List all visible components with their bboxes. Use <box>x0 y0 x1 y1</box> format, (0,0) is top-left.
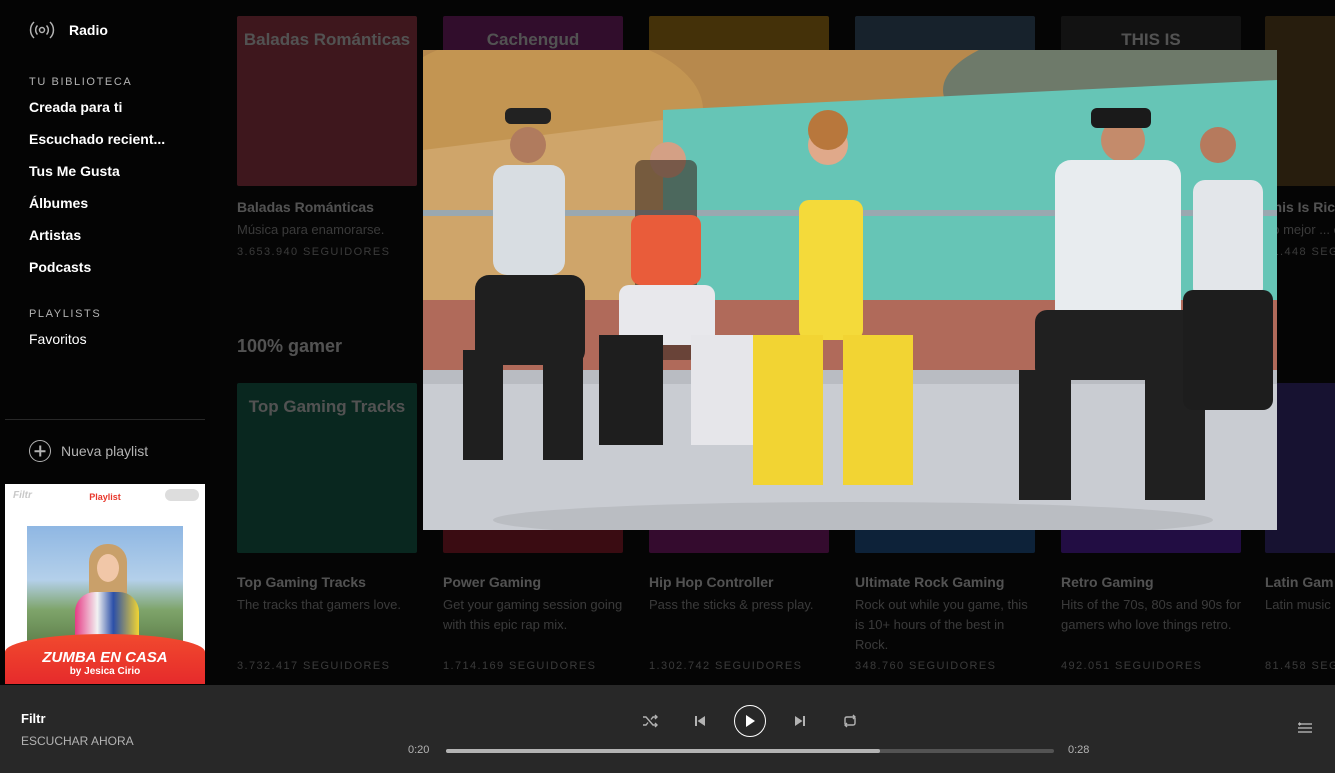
cover-photo <box>27 526 183 646</box>
library-item-albums[interactable]: Álbumes <box>29 195 88 211</box>
library-item-podcasts[interactable]: Podcasts <box>29 259 91 275</box>
shuffle-button[interactable] <box>640 711 660 731</box>
video-frame <box>423 50 1277 530</box>
queue-icon <box>1298 722 1312 733</box>
repeat-icon <box>844 714 856 728</box>
progress-fill <box>446 749 881 753</box>
now-playing-title[interactable]: Filtr <box>21 711 46 726</box>
spotify-app: Baladas RománticasBaladas RománticasMúsi… <box>0 0 1335 773</box>
previous-button[interactable] <box>690 711 710 731</box>
video-player[interactable] <box>423 50 1277 530</box>
player-bar: Filtr ESCUCHAR AHORA 0:20 0:28 <box>0 685 1335 773</box>
library-item-made-for-you[interactable]: Creada para ti <box>29 99 122 115</box>
skip-back-icon <box>695 716 705 726</box>
total-time: 0:28 <box>1068 744 1090 756</box>
cover-person <box>75 540 139 646</box>
library-item-recently-played[interactable]: Escuchado recient... <box>29 131 165 147</box>
cover-subtitle: by Jesica Cirio <box>69 666 141 677</box>
elapsed-time: 0:20 <box>408 744 430 756</box>
spotify-logo-icon <box>165 489 199 501</box>
sidebar-divider <box>5 419 205 420</box>
nav-radio[interactable]: Radio <box>29 18 108 42</box>
library-section-title: TU BIBLIOTECA <box>29 76 133 88</box>
queue-button[interactable] <box>1297 721 1313 735</box>
plus-circle-icon <box>29 440 51 462</box>
new-playlist-button[interactable]: Nueva playlist <box>29 440 148 462</box>
cover-title: ZUMBA EN CASA <box>42 649 168 666</box>
now-playing-subtitle[interactable]: ESCUCHAR AHORA <box>21 734 134 748</box>
now-playing-cover-art[interactable]: Filtr Playlist ZUMBA EN CASA by Jesica C… <box>5 484 205 684</box>
repeat-button[interactable] <box>840 711 860 731</box>
playlists-section-title: PLAYLISTS <box>29 308 102 320</box>
playlist-item-favoritos[interactable]: Favoritos <box>29 331 87 347</box>
play-icon <box>746 715 755 727</box>
new-playlist-label: Nueva playlist <box>61 443 149 459</box>
skip-forward-icon <box>795 716 805 726</box>
next-button[interactable] <box>790 711 810 731</box>
radio-icon <box>29 18 55 42</box>
library-item-liked-songs[interactable]: Tus Me Gusta <box>29 163 120 179</box>
progress-bar[interactable] <box>446 749 1054 753</box>
nav-radio-label: Radio <box>69 22 108 38</box>
library-item-artists[interactable]: Artistas <box>29 227 81 243</box>
shuffle-icon <box>643 714 658 728</box>
play-button[interactable] <box>734 705 766 737</box>
